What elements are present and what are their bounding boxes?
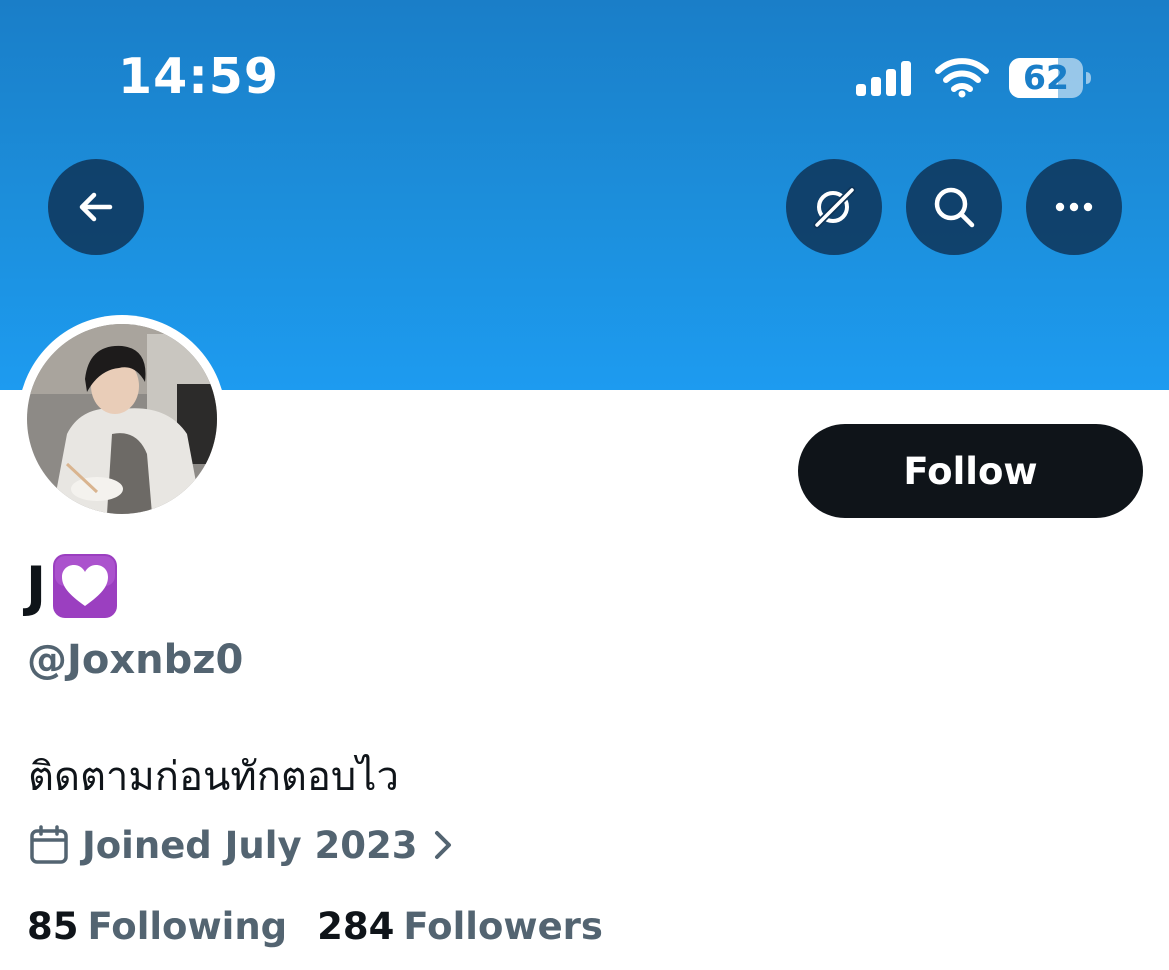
battery-level: 62 [1023, 58, 1069, 97]
joined-date: Joined July 2023 [82, 823, 418, 867]
heart-decoration-emoji [53, 554, 118, 618]
display-name-text: J [26, 554, 47, 618]
wifi-icon [935, 58, 989, 98]
followers-label: Followers [403, 905, 603, 948]
following-count: 85 [27, 905, 79, 948]
avatar-photo [27, 324, 217, 514]
following-stat[interactable]: 85 Following [27, 905, 287, 948]
chevron-right-icon [435, 831, 452, 859]
search-button[interactable] [906, 159, 1002, 255]
profile-stats: 85 Following 284 Followers [27, 905, 603, 948]
followers-count: 284 [317, 905, 395, 948]
profile-handle: @Joxnbz0 [27, 637, 244, 683]
calendar-icon [30, 825, 68, 864]
arrow-left-icon [79, 192, 113, 222]
follow-button[interactable]: Follow [798, 424, 1143, 518]
cellular-signal-icon [856, 61, 911, 96]
following-label: Following [87, 905, 288, 948]
search-icon [934, 187, 975, 228]
profile-bio: ติดตามก่อนทักตอบไว [28, 754, 399, 800]
more-options-button[interactable] [1026, 159, 1122, 255]
joined-date-row[interactable]: Joined July 2023 [28, 820, 455, 870]
back-button[interactable] [48, 159, 144, 255]
followers-stat[interactable]: 284 Followers [317, 905, 603, 948]
display-name: J [26, 551, 120, 621]
avatar[interactable] [27, 324, 217, 514]
grok-icon [813, 186, 856, 229]
more-horizontal-icon [1055, 202, 1093, 212]
status-time: 14:59 [118, 48, 279, 105]
grok-button[interactable] [786, 159, 882, 255]
status-bar: 14:59 62 [0, 0, 1169, 150]
